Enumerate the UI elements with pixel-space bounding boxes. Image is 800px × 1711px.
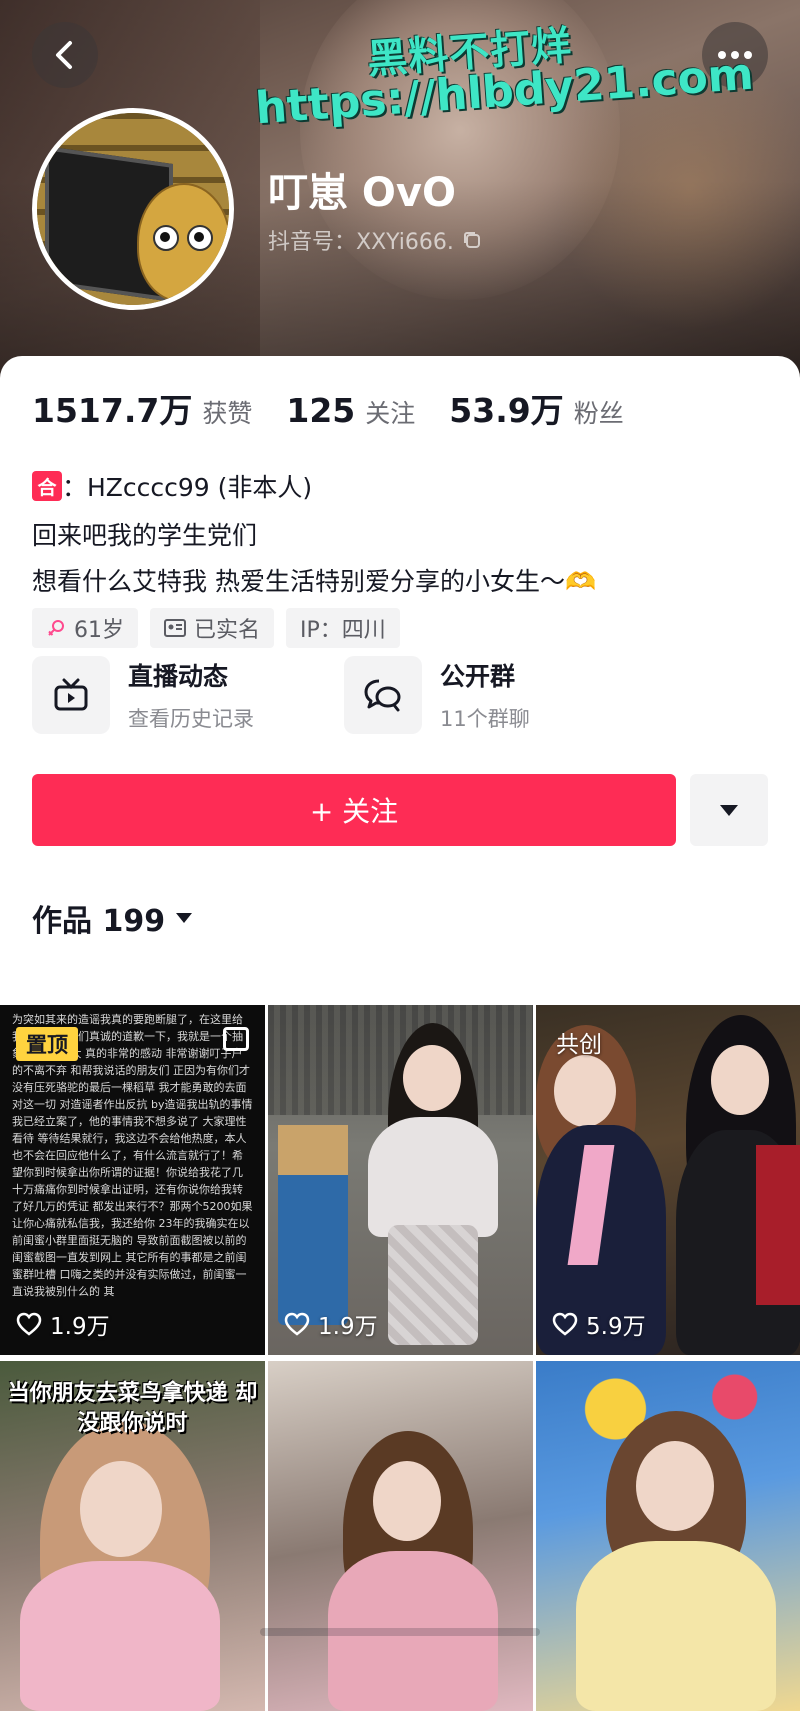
stat-label: 粉丝	[573, 399, 624, 428]
like-count: 1.9万	[16, 1307, 110, 1341]
follow-button[interactable]: + 关注	[32, 774, 676, 846]
bio-line-1: 回来吧我的学生党们	[32, 521, 258, 550]
caret-down-icon	[720, 805, 738, 816]
stat-value: 125	[286, 391, 356, 430]
like-count-text: 5.9万	[586, 1314, 646, 1340]
video-caption: 当你朋友去菜鸟拿快递 却没跟你说时	[7, 1381, 258, 1436]
nickname: 叮崽 OvO	[268, 170, 457, 216]
collab-account[interactable]: 合 ：HZcccc99 (非本人)	[32, 468, 312, 504]
tag-age-text: 61岁	[74, 618, 124, 643]
blue-bin	[278, 1155, 348, 1325]
video-tile[interactable]	[268, 1361, 533, 1711]
tv-icon	[54, 678, 88, 711]
like-count-text: 1.9万	[318, 1314, 378, 1340]
works-label: 作品 199	[32, 904, 166, 939]
works-tab[interactable]: 作品 199	[32, 896, 193, 940]
collab-badge: 合	[32, 471, 62, 501]
live-history-link[interactable]: 直播动态 查看历史记录	[32, 656, 254, 734]
copy-icon[interactable]	[462, 230, 482, 250]
bio-line-2: 想看什么艾特我 热爱生活特别爱分享的小女生～🫶	[32, 567, 597, 596]
heart-icon	[284, 1312, 310, 1336]
tag-ip: IP：四川	[286, 608, 400, 648]
avatar[interactable]	[32, 108, 234, 310]
recommend-dropdown-button[interactable]	[690, 774, 768, 846]
tag-ip-text: IP：四川	[300, 618, 386, 643]
id-card-icon	[164, 619, 186, 637]
heart-icon	[552, 1312, 578, 1336]
public-group-link[interactable]: 公开群 11个群聊	[344, 656, 530, 734]
chat-bubbles-icon	[364, 679, 401, 712]
quick-title: 直播动态	[128, 662, 229, 691]
like-count-text: 1.9万	[50, 1314, 110, 1340]
stat-value: 1517.7万	[32, 391, 193, 430]
tag-verified[interactable]: 已实名	[150, 608, 275, 648]
stat-label: 获赞	[202, 399, 253, 428]
pinned-badge: 置顶	[16, 1027, 78, 1061]
video-tile[interactable]: 1.9万	[268, 1005, 533, 1355]
chevron-left-icon	[56, 41, 72, 69]
video-tile[interactable]: 为突如其来的造谣我真的要跑断腿了，在这里给我的粉丝宝宝们真诚的道歉一下，我就是一…	[0, 1005, 265, 1355]
video-tile[interactable]	[536, 1361, 800, 1711]
home-indicator	[260, 1628, 540, 1636]
quick-subtitle: 11个群聊	[440, 707, 530, 731]
tag-verified-text: 已实名	[194, 618, 261, 643]
like-count: 5.9万	[552, 1307, 646, 1341]
tag-age: 61岁	[32, 608, 138, 648]
profile-tags: 61岁 已实名 IP：四川	[32, 608, 400, 648]
stat-following[interactable]: 125 关注	[286, 391, 415, 430]
female-gender-icon	[48, 620, 64, 636]
stat-likes[interactable]: 1517.7万 获赞	[32, 384, 252, 432]
douyin-id-text: 抖音号：XXYi666.	[268, 230, 454, 255]
collab-text: ：HZcccc99 (非本人)	[62, 473, 313, 502]
like-count: 1.9万	[284, 1307, 378, 1341]
stats-row: 1517.7万 获赞 125 关注 53.9万 粉丝	[32, 384, 658, 432]
heart-icon	[16, 1312, 42, 1336]
video-tile[interactable]: 当你朋友去菜鸟拿快递 却没跟你说时	[0, 1361, 265, 1711]
profile-header: 黑料不打烊 https://hlbdy21.com 叮崽 OvO 抖音号：XXY…	[0, 0, 800, 380]
back-button[interactable]	[32, 22, 98, 88]
video-tile[interactable]: 共创 5.9万	[536, 1005, 800, 1355]
multi-image-icon	[223, 1027, 249, 1051]
stat-label: 关注	[365, 399, 416, 428]
stat-followers[interactable]: 53.9万 粉丝	[449, 384, 623, 432]
douyin-id[interactable]: 抖音号：XXYi666.	[268, 224, 482, 256]
caret-down-icon	[176, 913, 193, 923]
quick-title: 公开群	[440, 662, 516, 691]
stat-value: 53.9万	[449, 391, 564, 430]
quick-subtitle: 查看历史记录	[128, 707, 254, 731]
co-create-badge: 共创	[556, 1032, 602, 1058]
watermark: 黑料不打烊 https://hlbdy21.com	[254, 20, 755, 140]
